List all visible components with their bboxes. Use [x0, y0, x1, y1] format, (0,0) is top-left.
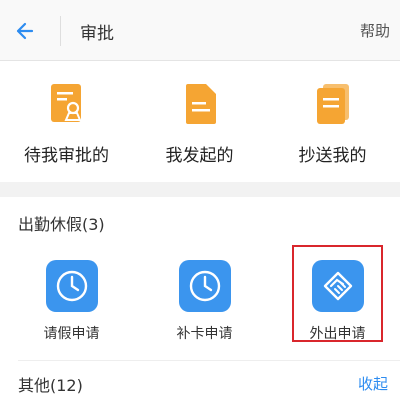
highlight-box: [292, 245, 383, 342]
leave-request-button[interactable]: 请假申请: [5, 255, 138, 350]
app-label: 补卡申请: [176, 326, 233, 342]
quick-action-label: 抄送我的: [298, 146, 367, 166]
help-button[interactable]: 帮助: [360, 20, 390, 41]
collapse-link[interactable]: 收起: [358, 373, 388, 394]
clock-icon: [189, 270, 220, 302]
clock-in-correction-button[interactable]: 补卡申请: [138, 255, 271, 350]
section-title-attendance: 出勤休假(3): [18, 215, 105, 234]
pending-approval-button[interactable]: 待我审批的: [0, 62, 133, 182]
quick-action-label: 我发起的: [165, 146, 234, 166]
clock-icon: [56, 270, 87, 302]
initiated-by-me-button[interactable]: 我发起的: [133, 62, 266, 182]
section-gap: [0, 182, 400, 197]
cc-to-me-button[interactable]: 抄送我的: [266, 62, 399, 182]
quick-action-label: 待我审批的: [24, 146, 109, 166]
approval-page: 审批 帮助 待我审批的 我发起的 抄送我的 出勤休假(3) 请假申请 补卡申请 …: [0, 0, 400, 403]
header-divider: [60, 16, 61, 46]
page-title: 审批: [80, 24, 114, 44]
section-divider: [18, 360, 400, 361]
section-title-other: 其他(12): [18, 376, 83, 395]
document-icon: [185, 84, 216, 124]
leave-request-tile: [45, 260, 98, 312]
clock-in-correction-tile: [178, 260, 231, 312]
back-arrow-icon: [16, 22, 34, 40]
top-bar: 审批 帮助: [0, 0, 400, 61]
stacked-docs-icon: [316, 84, 349, 124]
back-button[interactable]: [12, 17, 42, 45]
app-label: 请假申请: [43, 326, 100, 342]
approval-doc-icon: [50, 84, 82, 122]
quick-actions: 待我审批的 我发起的 抄送我的: [0, 62, 400, 182]
